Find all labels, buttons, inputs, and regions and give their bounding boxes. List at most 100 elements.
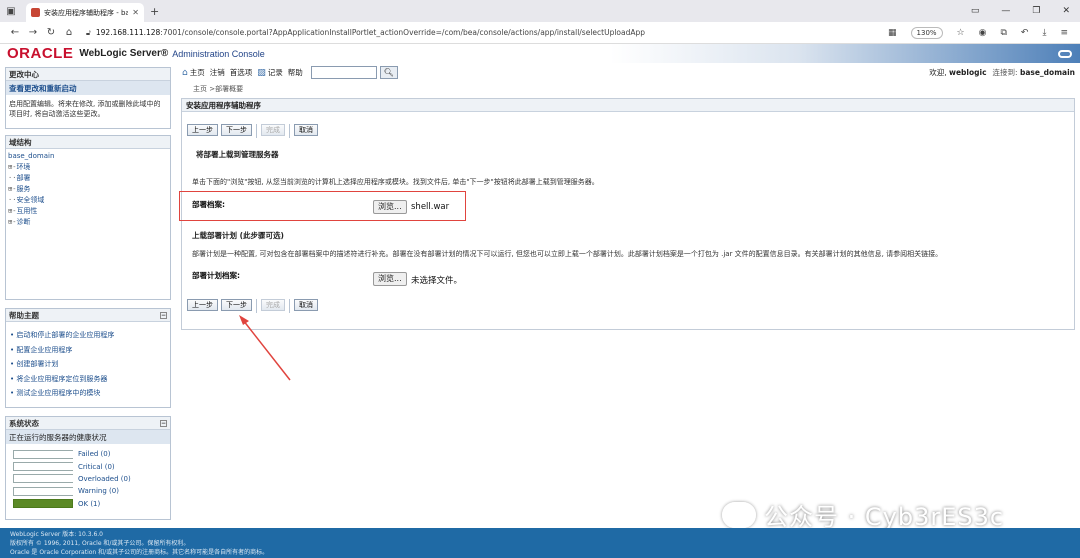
back-button[interactable]: 上一步 (187, 124, 218, 136)
zoom-level[interactable]: 130% (910, 26, 943, 39)
change-center-title: 更改中心 (6, 68, 170, 81)
tree-item-environment[interactable]: ⊞-环境 (8, 162, 168, 173)
health-row-warning: Warning (0) (10, 485, 166, 497)
tree-item-security-realms[interactable]: ··安全领域 (8, 195, 168, 206)
health-row-failed: Failed (0) (10, 448, 166, 460)
health-bar (13, 474, 73, 484)
oracle-logo: ORACLE (7, 45, 74, 62)
wizard-buttons-top: 上一步 下一步 完成 取消 (187, 124, 318, 138)
health-bar (13, 462, 73, 472)
close-tab-icon[interactable]: ✕ (132, 8, 139, 17)
console-name: Administration Console (172, 48, 265, 59)
browser-nav-bar: ← → ↻ ⌂ 🔓︎ 192.168.111.128:7001/console/… (0, 22, 1080, 44)
help-link[interactable]: 创建部署计划 (10, 357, 166, 372)
console-header: ORACLE WebLogic Server® Administration C… (0, 44, 1080, 63)
plan-file-name: 未选择文件。 (411, 276, 463, 286)
wechat-icon (722, 501, 756, 528)
address-bar[interactable]: 🔓︎ 192.168.111.128:7001/console/console.… (86, 25, 786, 41)
url-host: 192.168.111.128 (95, 28, 161, 37)
record-icon: ▨ (257, 67, 266, 78)
bookmark-star-icon[interactable]: ☆ (957, 28, 965, 38)
extension-icon[interactable]: ⧉ (1000, 28, 1006, 38)
plan-label: 部署计划档案: (192, 271, 240, 280)
finish-button[interactable]: 完成 (261, 299, 285, 311)
archive-label: 部署档案: (192, 200, 225, 209)
window-controls: ▭ — ❐ ✕ (971, 6, 1080, 16)
footer-version: WebLogic Server 版本: 10.3.6.0 (10, 531, 103, 538)
help-link[interactable]: 将企业应用程序定位到服务器 (10, 372, 166, 387)
new-tab-icon[interactable]: + (150, 5, 159, 18)
next-button[interactable]: 下一步 (221, 124, 252, 136)
toolbar-preferences[interactable]: 首选项 (230, 67, 253, 78)
undo-icon[interactable]: ↶ (1021, 28, 1029, 38)
archive-file-name: shell.war (411, 202, 450, 212)
help-topics-title: 帮助主题 − (6, 309, 170, 322)
minimize-icon[interactable]: — (1001, 6, 1010, 16)
insecure-lock-icon[interactable]: 🔓︎ (86, 28, 91, 38)
change-center-text: 启用配置编辑。将来在修改, 添加或删除此域中的项目时, 将自动激活这些更改。 (9, 100, 161, 118)
help-topics-list: 启动和停止部署的企业应用程序 配置企业应用程序 创建部署计划 将企业应用程序定位… (6, 322, 170, 407)
health-bar (13, 449, 73, 459)
tree-item-diagnostics[interactable]: ⊞-诊断 (8, 217, 168, 228)
plan-browse-button[interactable]: 浏览... (373, 272, 407, 286)
browser-tab[interactable]: 安装应用程序辅助程序 - base_dom ✕ (26, 3, 144, 22)
watermark-text: 公众号 · Cyb3rES3c (764, 503, 1005, 531)
health-row-ok: OK (1) (10, 498, 166, 510)
cancel-button[interactable]: 取消 (294, 124, 318, 136)
account-icon[interactable]: ◉ (979, 28, 987, 38)
collapse-icon[interactable]: − (160, 419, 167, 427)
domain-structure-title: 域结构 (6, 136, 170, 149)
menu-icon[interactable]: ≡ (1060, 28, 1068, 38)
toolbar-logout[interactable]: 注销 (210, 67, 225, 78)
tree-root-domain[interactable]: base_domain (8, 151, 168, 162)
breadcrumb[interactable]: 主页 >部署概要 (193, 84, 243, 94)
section-plan-desc: 部署计划是一种配置, 可对包含在部署档案中的描述符进行补充。部署在没有部署计划的… (192, 250, 943, 258)
address-bar-actions: ▦ 130% ☆ ◉ ⧉ ↶ ⤓ ≡ (888, 26, 1080, 39)
back-arrow-icon[interactable]: ← (6, 27, 24, 38)
cancel-button[interactable]: 取消 (294, 299, 318, 311)
restore-icon[interactable]: ❐ (1032, 6, 1040, 16)
view-changes-link[interactable]: 查看更改和重新启动 (6, 81, 170, 95)
section-plan-title: 上载部署计划 (此步骤可选) (192, 231, 284, 240)
back-button[interactable]: 上一步 (187, 299, 218, 311)
tab-list-icon[interactable]: ▭ (971, 6, 980, 16)
browser-tab-bar: ▣ 安装应用程序辅助程序 - base_dom ✕ + ▭ — ❐ ✕ (0, 0, 1080, 22)
oracle-o-icon (1058, 49, 1072, 58)
close-window-icon[interactable]: ✕ (1062, 6, 1070, 16)
tab-overview-icon[interactable]: ▣ (0, 0, 22, 22)
install-assistant-panel: 安装应用程序辅助程序 上一步 下一步 完成 取消 将部署上载到管理服务器 单击下… (179, 98, 1075, 330)
forward-arrow-icon[interactable]: → (24, 27, 42, 38)
archive-browse-button[interactable]: 浏览... (373, 200, 407, 214)
toolbar-help[interactable]: 帮助 (288, 67, 303, 78)
next-button[interactable]: 下一步 (221, 299, 252, 311)
section-upload-title: 将部署上载到管理服务器 (196, 150, 279, 159)
tree-item-deployments[interactable]: ··部署 (8, 173, 168, 184)
health-bar (13, 486, 73, 496)
help-link[interactable]: 测试企业应用程序中的模块 (10, 386, 166, 401)
qr-code-icon[interactable]: ▦ (888, 28, 897, 38)
button-separator (289, 124, 290, 138)
system-status-panel: 系统状态 − 正在运行的服务器的健康状况 Failed (0) Critical … (5, 416, 171, 520)
downloads-icon[interactable]: ⤓ (1042, 28, 1046, 38)
button-separator (256, 124, 257, 138)
collapse-icon[interactable]: − (160, 311, 167, 319)
toolbar-home[interactable]: ⌂ 主页 (182, 67, 205, 78)
finish-button[interactable]: 完成 (261, 124, 285, 136)
button-separator (256, 299, 257, 313)
tree-item-interoperability[interactable]: ⊞-互用性 (8, 206, 168, 217)
tree-item-services[interactable]: ⊞-服务 (8, 184, 168, 195)
search-input[interactable] (310, 66, 377, 79)
search-icon[interactable]: 🔍︎ (379, 66, 398, 79)
product-name: WebLogic Server® (79, 48, 169, 59)
system-status-subtitle: 正在运行的服务器的健康状况 (6, 430, 170, 444)
home-icon[interactable]: ⌂ (60, 27, 78, 38)
help-topics-panel: 帮助主题− 启动和停止部署的企业应用程序 配置企业应用程序 创建部署计划 将企业… (5, 308, 171, 408)
header-banner (610, 44, 1080, 63)
console-toolbar: ⌂ 主页 注销 首选项 ▨ 记录 帮助 🔍︎ 欢迎, weblogic 连接到: ba… (182, 64, 1080, 81)
footer-trademark: Oracle 是 Oracle Corporation 和/或其子公司的注册商标… (10, 549, 269, 556)
domain-structure-panel: 域结构 base_domain ⊞-环境 ··部署 ⊞-服务 ··安全领域 ⊞-… (5, 135, 171, 300)
reload-icon[interactable]: ↻ (42, 27, 60, 38)
help-link[interactable]: 启动和停止部署的企业应用程序 (10, 328, 166, 343)
help-link[interactable]: 配置企业应用程序 (10, 343, 166, 358)
toolbar-record[interactable]: ▨ 记录 (257, 67, 283, 78)
